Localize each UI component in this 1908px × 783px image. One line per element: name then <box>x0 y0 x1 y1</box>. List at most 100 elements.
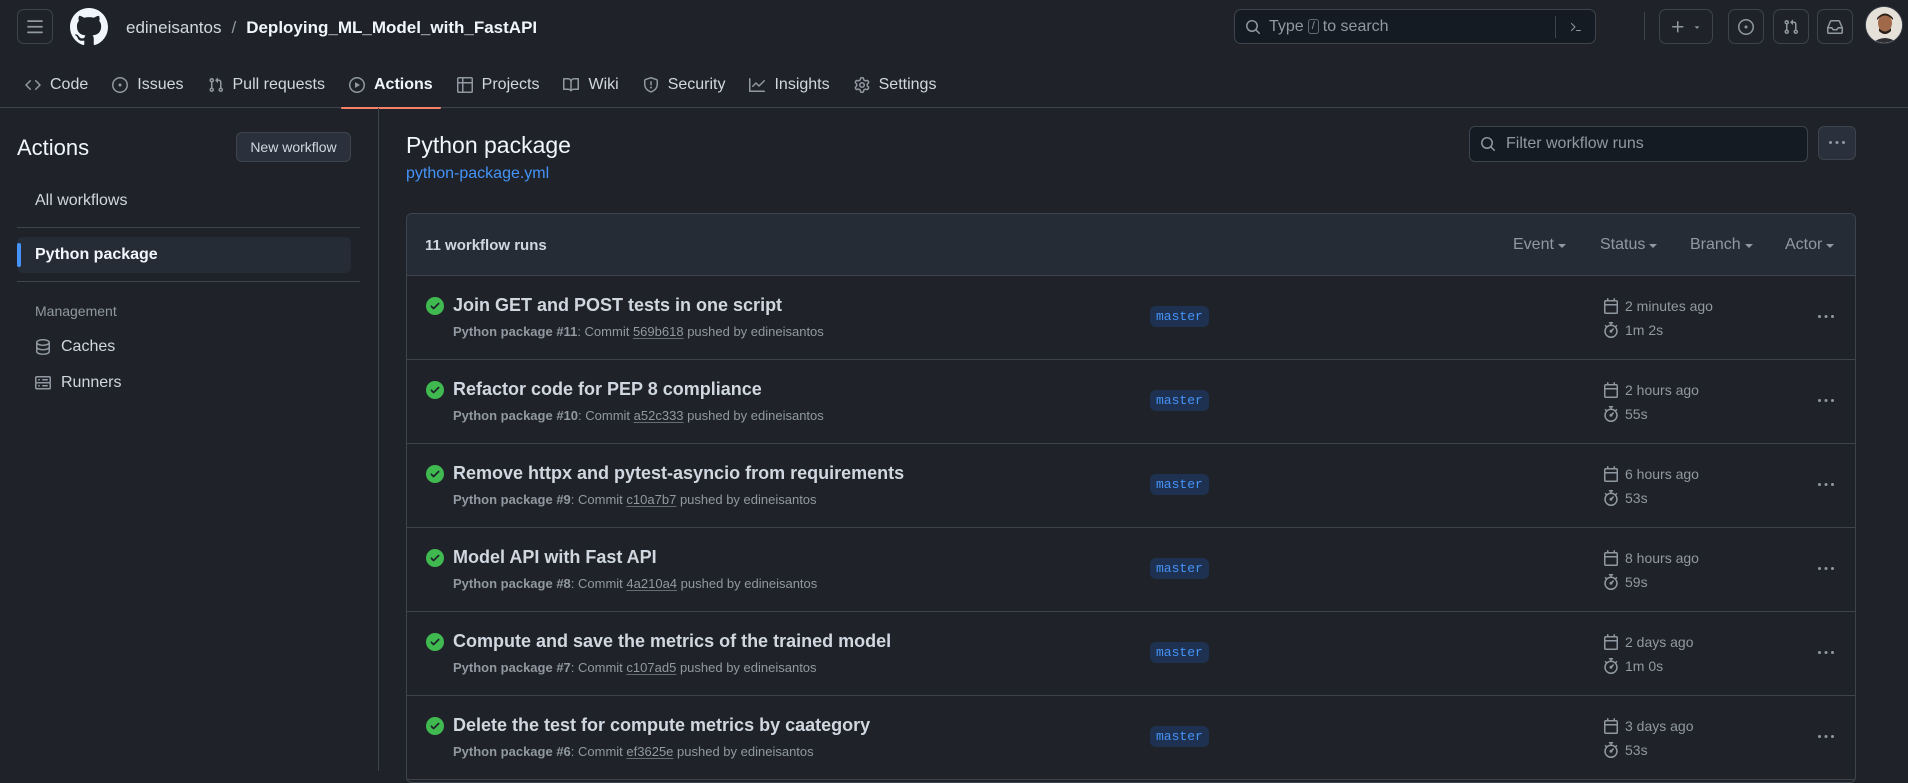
branch-badge[interactable]: master <box>1150 306 1209 327</box>
kebab-horizontal-icon <box>1818 399 1834 402</box>
workflow-run-row[interactable]: Remove httpx and pytest-asyncio from req… <box>407 444 1855 528</box>
runs-list-header: 11 workflow runs Event Status Branch Act… <box>407 214 1855 276</box>
caches-label: Caches <box>61 338 116 355</box>
global-search-input[interactable]: Type / to search <box>1234 9 1596 44</box>
commit-sha-link[interactable]: c107ad5 <box>626 660 676 675</box>
commit-sha-link[interactable]: a52c333 <box>634 408 684 423</box>
run-title-link[interactable]: Model API with Fast API <box>453 547 657 568</box>
run-more-button[interactable] <box>1811 726 1841 748</box>
hamburger-icon <box>27 19 43 33</box>
commit-sha-link[interactable]: 569b618 <box>633 324 684 339</box>
event-filter-label: Event <box>1513 236 1554 253</box>
branch-badge[interactable]: master <box>1150 726 1209 747</box>
command-palette-button[interactable] <box>1555 16 1595 38</box>
run-more-button[interactable] <box>1811 474 1841 496</box>
search-icon <box>1481 137 1496 152</box>
run-more-button[interactable] <box>1811 558 1841 580</box>
sidebar-divider <box>17 227 360 228</box>
commit-sha-link[interactable]: ef3625e <box>626 744 673 759</box>
run-rows: Join GET and POST tests in one script Py… <box>407 276 1855 780</box>
commit-sha-link[interactable]: 4a210a4 <box>626 576 677 591</box>
run-commit-label: : Commit <box>570 492 623 507</box>
sidebar-item-caches[interactable]: Caches <box>35 333 115 361</box>
calendar-icon <box>1604 298 1618 314</box>
database-icon <box>36 339 50 355</box>
run-title-link[interactable]: Join GET and POST tests in one script <box>453 295 782 316</box>
menu-button[interactable] <box>17 9 53 44</box>
run-title-link[interactable]: Delete the test for compute metrics by c… <box>453 715 870 736</box>
run-duration-text: 53s <box>1625 742 1648 758</box>
run-meta: Python package #11: Commit 569b618 pushe… <box>453 324 824 339</box>
run-timestamp: 3 days ago <box>1603 718 1694 734</box>
filter-runs-input[interactable]: Filter workflow runs <box>1469 126 1808 162</box>
branch-filter-dropdown[interactable]: Branch <box>1690 236 1753 254</box>
kebab-horizontal-icon <box>1818 735 1834 738</box>
kebab-horizontal-icon <box>1818 651 1834 654</box>
run-title-link[interactable]: Remove httpx and pytest-asyncio from req… <box>453 463 904 484</box>
sidebar-item-runners[interactable]: Runners <box>35 369 121 397</box>
run-more-button[interactable] <box>1811 306 1841 328</box>
tab-actions-label: Actions <box>374 76 433 93</box>
event-filter-dropdown[interactable]: Event <box>1513 236 1566 254</box>
sidebar-item-all-workflows[interactable]: All workflows <box>17 183 351 219</box>
run-more-button[interactable] <box>1811 642 1841 664</box>
caret-down-icon <box>1744 244 1753 248</box>
calendar-icon <box>1604 718 1618 734</box>
run-commit-label: : Commit <box>578 408 631 423</box>
issues-button[interactable] <box>1728 9 1764 44</box>
branch-badge[interactable]: master <box>1150 390 1209 411</box>
commit-sha-link[interactable]: c10a7b7 <box>626 492 676 507</box>
pull-requests-button[interactable] <box>1773 9 1809 44</box>
github-logo-icon[interactable] <box>70 8 108 46</box>
run-more-button[interactable] <box>1811 390 1841 412</box>
actor-filter-dropdown[interactable]: Actor <box>1785 236 1835 254</box>
workflow-run-row[interactable]: Compute and save the metrics of the trai… <box>407 612 1855 696</box>
workflow-run-row[interactable]: Join GET and POST tests in one script Py… <box>407 276 1855 360</box>
gear-icon <box>854 77 870 93</box>
search-suffix-text: to search <box>1322 17 1389 35</box>
tab-issues[interactable]: Issues <box>100 62 195 108</box>
global-header: edineisantos / Deploying_ML_Model_with_F… <box>0 0 1908 109</box>
run-meta: Python package #6: Commit ef3625e pushed… <box>453 744 814 759</box>
workflow-more-button[interactable] <box>1818 126 1856 160</box>
book-icon <box>563 77 580 92</box>
run-commit-label: : Commit <box>577 324 630 339</box>
tab-pull-requests[interactable]: Pull requests <box>196 62 338 108</box>
run-title-link[interactable]: Refactor code for PEP 8 compliance <box>453 379 762 400</box>
workflow-run-row[interactable]: Delete the test for compute metrics by c… <box>407 696 1855 780</box>
tab-insights[interactable]: Insights <box>737 62 841 108</box>
tab-projects[interactable]: Projects <box>445 62 552 108</box>
status-filter-dropdown[interactable]: Status <box>1600 236 1658 254</box>
tab-settings[interactable]: Settings <box>842 62 949 108</box>
workflow-file-link[interactable]: python-package.yml <box>406 165 549 183</box>
actions-sidebar: Actions New workflow All workflows Pytho… <box>0 108 379 771</box>
caret-down-icon <box>1557 244 1566 248</box>
tab-wiki[interactable]: Wiki <box>551 62 630 108</box>
terminal-icon <box>1570 22 1581 32</box>
new-workflow-button[interactable]: New workflow <box>236 132 351 162</box>
kebab-horizontal-icon <box>1818 567 1834 570</box>
tab-projects-label: Projects <box>481 76 540 93</box>
repo-owner-link[interactable]: edineisantos <box>126 18 221 38</box>
workflow-runs-list: 11 workflow runs Event Status Branch Act… <box>406 213 1856 783</box>
tab-code[interactable]: Code <box>13 62 100 108</box>
run-pushed-by: pushed by edineisantos <box>687 324 824 339</box>
inbox-button[interactable] <box>1817 9 1853 44</box>
workflow-run-row[interactable]: Model API with Fast API Python package #… <box>407 528 1855 612</box>
branch-badge[interactable]: master <box>1150 558 1209 579</box>
sidebar-item-python-package[interactable]: Python package <box>17 237 351 273</box>
filter-placeholder: Filter workflow runs <box>1506 135 1644 152</box>
user-avatar[interactable] <box>1865 6 1903 44</box>
run-meta: Python package #9: Commit c10a7b7 pushed… <box>453 492 817 507</box>
tab-actions[interactable]: Actions <box>337 62 445 109</box>
branch-badge[interactable]: master <box>1150 642 1209 663</box>
run-timestamp: 2 minutes ago <box>1603 298 1713 314</box>
branch-badge[interactable]: master <box>1150 474 1209 495</box>
create-new-button[interactable] <box>1659 9 1713 44</box>
run-workflow-name: Python package <box>453 744 553 759</box>
repo-name-link[interactable]: Deploying_ML_Model_with_FastAPI <box>246 18 537 38</box>
workflow-run-row[interactable]: Refactor code for PEP 8 compliance Pytho… <box>407 360 1855 444</box>
run-duration-text: 55s <box>1625 406 1648 422</box>
tab-security[interactable]: Security <box>631 62 738 108</box>
run-title-link[interactable]: Compute and save the metrics of the trai… <box>453 631 891 652</box>
